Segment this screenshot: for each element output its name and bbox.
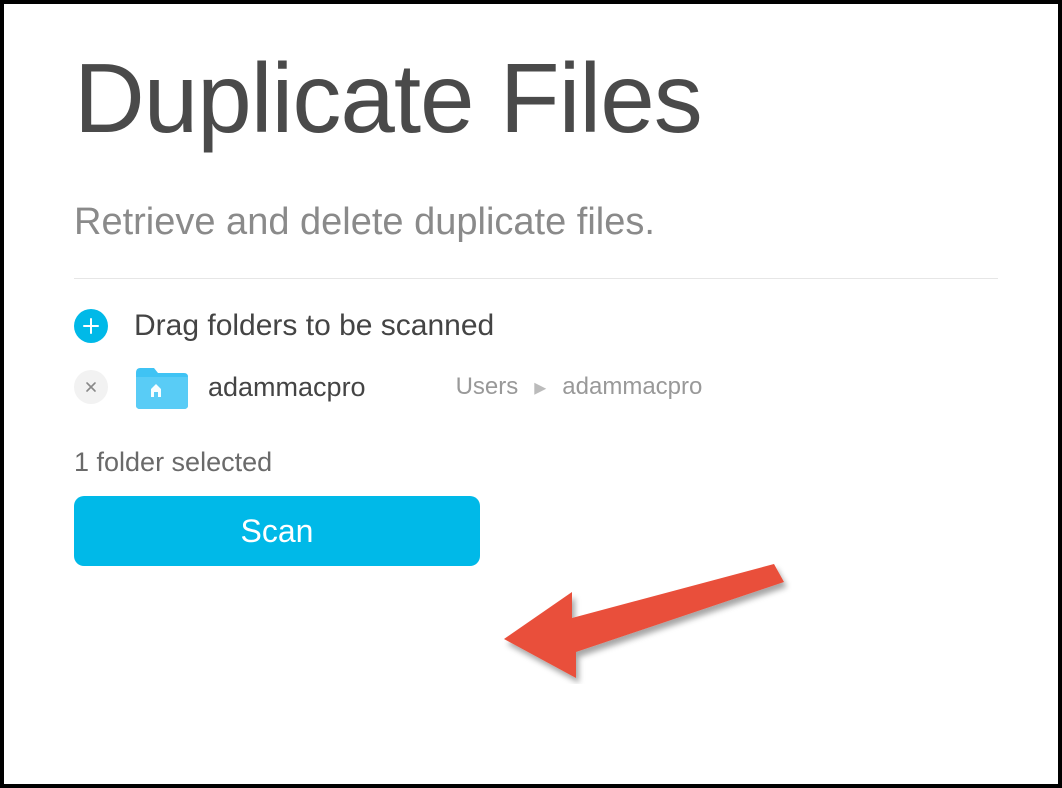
plus-icon bbox=[83, 318, 99, 334]
annotation-arrow-icon bbox=[494, 544, 794, 684]
folder-name: adammacpro bbox=[208, 372, 366, 403]
breadcrumb-segment: adammacpro bbox=[562, 373, 702, 401]
folder-path-breadcrumb: Users ▸ adammacpro bbox=[456, 373, 703, 402]
home-folder-icon bbox=[134, 365, 190, 409]
drag-folders-label: Drag folders to be scanned bbox=[134, 309, 494, 343]
remove-folder-button[interactable] bbox=[74, 370, 108, 404]
page-title: Duplicate Files bbox=[74, 42, 998, 155]
add-folder-button[interactable] bbox=[74, 309, 108, 343]
selection-status: 1 folder selected bbox=[74, 447, 998, 478]
scan-button[interactable]: Scan bbox=[74, 496, 480, 566]
drag-folders-row: Drag folders to be scanned bbox=[74, 309, 998, 343]
page-subtitle: Retrieve and delete duplicate files. bbox=[74, 201, 998, 244]
breadcrumb-segment: Users bbox=[456, 373, 519, 401]
divider bbox=[74, 278, 998, 279]
selected-folder-row: adammacpro Users ▸ adammacpro bbox=[74, 365, 998, 409]
close-icon bbox=[85, 381, 97, 393]
chevron-right-icon: ▸ bbox=[534, 373, 546, 402]
